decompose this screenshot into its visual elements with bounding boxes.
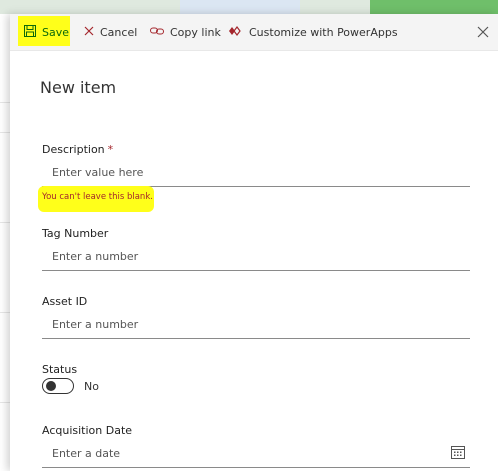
customize-with-powerapps-button[interactable]: Customize with PowerApps bbox=[229, 22, 398, 42]
background-divider bbox=[0, 132, 10, 133]
background-divider bbox=[0, 402, 10, 403]
description-label: Description * bbox=[42, 143, 113, 156]
tag-number-field[interactable]: Enter a number bbox=[42, 246, 470, 271]
floppy-disk-icon bbox=[24, 24, 36, 40]
background-block bbox=[180, 0, 300, 14]
link-icon bbox=[150, 26, 164, 39]
acquisition-date-label: Acquisition Date bbox=[42, 424, 133, 437]
close-panel-button[interactable] bbox=[476, 24, 490, 38]
description-placeholder: Enter value here bbox=[52, 166, 144, 179]
background-page-content bbox=[0, 14, 10, 471]
close-icon bbox=[84, 26, 94, 39]
asset-id-placeholder: Enter a number bbox=[52, 318, 139, 331]
customize-label: Customize with PowerApps bbox=[249, 25, 398, 39]
copy-link-button[interactable]: Copy link bbox=[150, 22, 221, 42]
save-button[interactable]: Save bbox=[18, 16, 70, 46]
acquisition-date-placeholder: Enter a date bbox=[52, 447, 121, 460]
cancel-label: Cancel bbox=[100, 25, 138, 39]
asset-id-label: Asset ID bbox=[42, 295, 88, 308]
description-field[interactable]: Enter value here bbox=[42, 162, 470, 187]
background-block bbox=[370, 0, 498, 14]
save-label: Save bbox=[42, 25, 70, 39]
description-error-message: You can't leave this blank. bbox=[42, 192, 153, 202]
asset-id-field[interactable]: Enter a number bbox=[42, 314, 470, 339]
close-icon bbox=[477, 26, 489, 38]
status-value: No bbox=[84, 380, 99, 393]
new-item-panel: Save Cancel Copy link Customize with Pow… bbox=[10, 14, 498, 471]
tag-number-label: Tag Number bbox=[42, 227, 109, 240]
status-toggle[interactable] bbox=[42, 378, 74, 394]
copy-link-label: Copy link bbox=[170, 25, 221, 39]
background-divider bbox=[0, 312, 10, 313]
background-divider bbox=[0, 222, 10, 223]
required-marker: * bbox=[107, 143, 114, 156]
cancel-button[interactable]: Cancel bbox=[84, 22, 137, 42]
sharepoint-new-item-screen: Save Cancel Copy link Customize with Pow… bbox=[0, 0, 498, 471]
page-title: New item bbox=[40, 78, 117, 97]
calendar-button[interactable] bbox=[451, 444, 465, 459]
acquisition-date-field[interactable]: Enter a date bbox=[42, 443, 470, 468]
toggle-knob bbox=[46, 381, 56, 391]
calendar-icon bbox=[451, 446, 465, 459]
background-divider bbox=[0, 102, 10, 103]
description-label-text: Description bbox=[42, 143, 105, 156]
tag-number-placeholder: Enter a number bbox=[52, 250, 139, 263]
powerapps-icon bbox=[229, 25, 243, 39]
background-page-header bbox=[0, 0, 498, 14]
command-bar: Save Cancel Copy link Customize with Pow… bbox=[10, 14, 498, 51]
status-label: Status bbox=[42, 363, 78, 376]
